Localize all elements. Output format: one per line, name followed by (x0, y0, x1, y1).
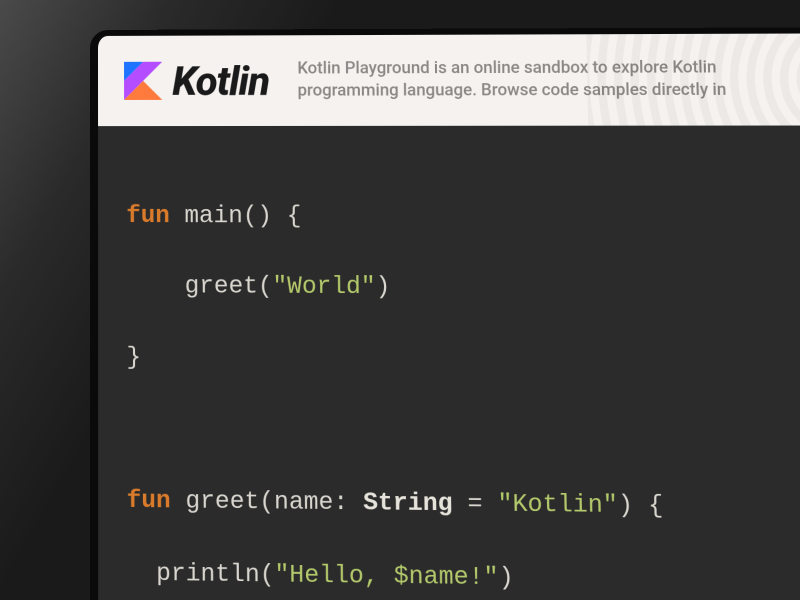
kotlin-wordmark: Kotlin (172, 57, 269, 104)
tagline-line-1: Kotlin Playground is an online sandbox t… (297, 58, 717, 78)
code-editor[interactable]: fun main() { greet("World") } fun greet(… (98, 125, 800, 600)
punct: } (126, 344, 141, 372)
kotlin-logo[interactable]: Kotlin (124, 57, 269, 105)
punct: () { (243, 203, 302, 231)
punct: ( (259, 489, 274, 517)
op-assign: = (452, 491, 497, 520)
fn-main: main (184, 203, 242, 231)
string-interp: $name (394, 563, 469, 592)
page-header: Kotlin Kotlin Playground is an online sa… (98, 33, 800, 126)
keyword-fun: fun (126, 203, 170, 230)
string-literal: !" (468, 564, 498, 593)
photo-background: Kotlin Kotlin Playground is an online sa… (0, 0, 800, 600)
punct: ) (375, 274, 390, 302)
tagline-line-2: programming language. Browse code sample… (297, 81, 726, 101)
punct: ( (260, 561, 275, 589)
string-literal: "World" (272, 274, 375, 302)
string-literal: "Kotlin" (497, 491, 618, 521)
punct: ) (498, 564, 513, 593)
code-line: println("Hello, $name!") (127, 556, 800, 600)
string-literal: "Hello, (274, 561, 393, 591)
punct: ) { (618, 492, 664, 521)
laptop-screen: Kotlin Kotlin Playground is an online sa… (90, 27, 800, 600)
punct: ( (258, 274, 273, 302)
keyword-fun: fun (127, 487, 171, 515)
param-name: name (274, 489, 334, 518)
call-println: println (156, 560, 260, 589)
header-tagline: Kotlin Playground is an online sandbox t… (297, 57, 726, 103)
code-line: fun main() { (126, 200, 790, 237)
type-string: String (363, 490, 453, 519)
code-line: } (126, 341, 794, 381)
fn-greet: greet (185, 488, 259, 517)
code-line: greet("World") (126, 270, 792, 308)
code-line: fun greet(name: String = "Kotlin") { (127, 484, 799, 527)
code-blank-line (127, 413, 797, 455)
kotlin-logo-icon (124, 62, 162, 100)
call-greet: greet (185, 273, 258, 301)
punct: : (333, 489, 363, 517)
